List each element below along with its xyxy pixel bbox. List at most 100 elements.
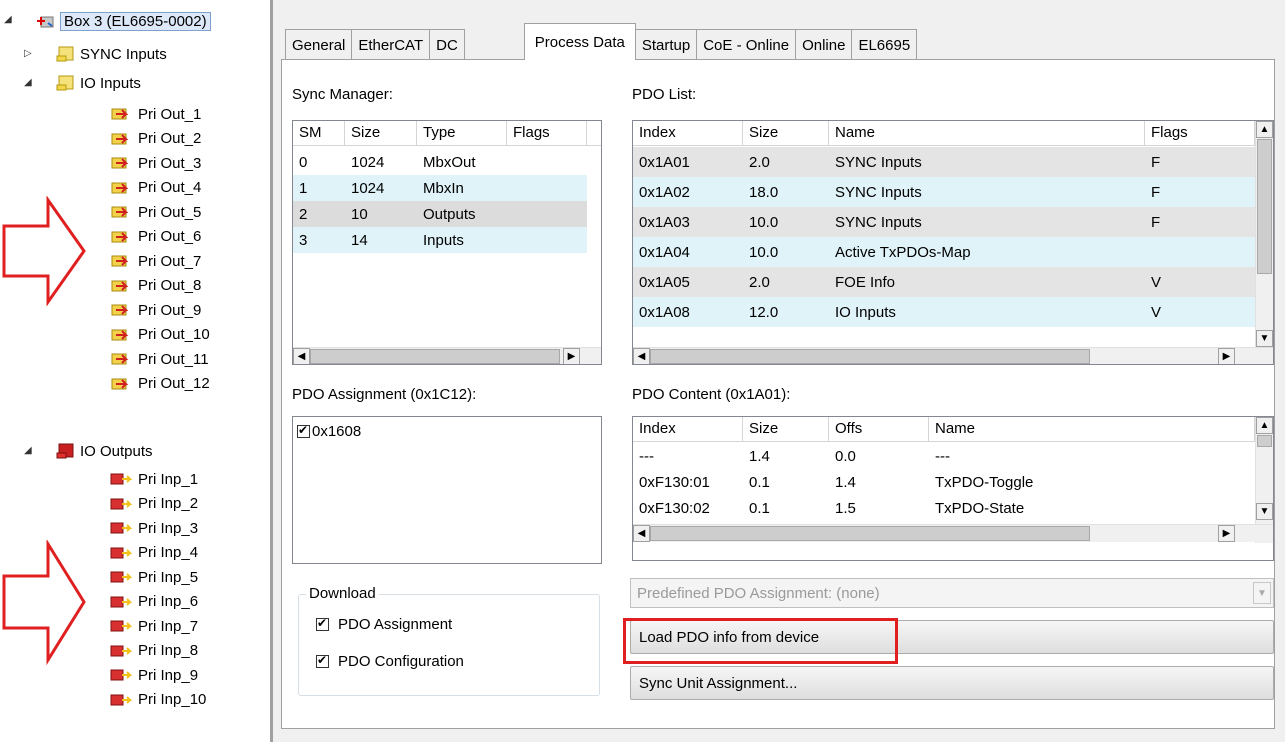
tree-item-variable[interactable]: Pri Inp_3 xyxy=(110,517,198,539)
column-header[interactable]: SM xyxy=(293,121,345,145)
horizontal-scrollbar[interactable]: ◀ ▶ xyxy=(293,347,601,364)
column-header[interactable]: Flags xyxy=(507,121,587,145)
horizontal-scrollbar[interactable]: ◀ ▶ xyxy=(633,524,1273,542)
collapse-arrow-icon[interactable]: ◢ xyxy=(4,14,12,25)
scroll-down-icon[interactable]: ▼ xyxy=(1256,330,1273,347)
horizontal-scrollbar[interactable]: ◀ ▶ xyxy=(633,347,1273,364)
pdo-assignment-checkbox[interactable]: PDO Assignment xyxy=(316,616,452,633)
tree-item-io-outputs[interactable]: ◢ IO Outputs xyxy=(24,440,153,462)
tab-online[interactable]: Online xyxy=(795,29,853,60)
tab-el6695[interactable]: EL6695 xyxy=(851,29,918,60)
tree-item-variable[interactable]: Pri Out_1 xyxy=(110,103,201,125)
tree-item-variable[interactable]: Pri Inp_1 xyxy=(110,468,198,490)
tree-item-variable[interactable]: Pri Out_5 xyxy=(110,201,201,223)
scroll-thumb[interactable] xyxy=(1257,139,1272,274)
column-header[interactable]: Size xyxy=(743,121,829,145)
pdo-assignment-item[interactable]: 0x1608 xyxy=(297,423,361,440)
collapse-arrow-icon[interactable]: ◢ xyxy=(24,445,32,456)
table-row[interactable]: 0x1A02 18.0 SYNC Inputs F xyxy=(633,177,1255,207)
table-cell: V xyxy=(1151,273,1162,291)
table-row[interactable]: 0xF130:01 0.1 1.4 TxPDO-Toggle xyxy=(633,469,1255,495)
column-header[interactable]: Offs xyxy=(829,417,929,441)
table-row[interactable]: 0x1A04 10.0 Active TxPDOs-Map xyxy=(633,237,1255,267)
table-row[interactable]: 1 1024 MbxIn xyxy=(293,175,587,201)
tree-item-variable[interactable]: Pri Out_2 xyxy=(110,128,201,150)
column-header[interactable]: Index xyxy=(633,417,743,441)
scroll-thumb[interactable] xyxy=(1257,435,1272,447)
column-header[interactable]: Size xyxy=(743,417,829,441)
scroll-down-icon[interactable]: ▼ xyxy=(1256,503,1273,520)
column-header[interactable]: Index xyxy=(633,121,743,145)
scroll-left-icon[interactable]: ◀ xyxy=(293,348,310,364)
table-row[interactable]: 0x1A08 12.0 IO Inputs V xyxy=(633,297,1255,327)
tree-item-variable[interactable]: Pri Inp_10 xyxy=(110,689,206,711)
tree-item-variable[interactable]: Pri Out_12 xyxy=(110,373,210,395)
sync-unit-assignment-button[interactable]: Sync Unit Assignment... xyxy=(630,666,1274,700)
scroll-up-icon[interactable]: ▲ xyxy=(1256,417,1273,434)
table-row[interactable]: 3 14 Inputs xyxy=(293,227,587,253)
checkbox-checked-icon[interactable] xyxy=(297,423,310,438)
tree-item-variable[interactable]: Pri Inp_2 xyxy=(110,493,198,515)
scroll-right-icon[interactable]: ▶ xyxy=(1218,525,1235,542)
scroll-thumb[interactable] xyxy=(650,526,1090,541)
tree-item-variable[interactable]: Pri Out_9 xyxy=(110,299,201,321)
tree-item-variable[interactable]: Pri Out_11 xyxy=(110,348,209,370)
scroll-left-icon[interactable]: ◀ xyxy=(633,348,650,364)
tree-item-variable[interactable]: Pri Inp_4 xyxy=(110,542,198,564)
ethercat-box-icon xyxy=(36,13,56,29)
tab-bar: General EtherCAT DC Process Data Startup CoE … xyxy=(285,23,918,60)
checkbox-checked-icon[interactable] xyxy=(316,616,329,631)
tree-item-variable[interactable]: Pri Out_8 xyxy=(110,275,201,297)
column-header[interactable]: Type xyxy=(417,121,507,145)
table-row[interactable]: 0x1A03 10.0 SYNC Inputs F xyxy=(633,207,1255,237)
tree-item-variable[interactable]: Pri Inp_9 xyxy=(110,664,198,686)
scroll-up-icon[interactable]: ▲ xyxy=(1256,121,1273,138)
tab-dc[interactable]: DC xyxy=(429,29,465,60)
tree-item-variable[interactable]: Pri Inp_8 xyxy=(110,640,198,662)
scroll-right-icon[interactable]: ▶ xyxy=(1218,348,1235,364)
tab-general[interactable]: General xyxy=(285,29,353,60)
table-row[interactable]: 0 1024 MbxOut xyxy=(293,149,587,175)
tree-item-variable[interactable]: Pri Inp_5 xyxy=(110,566,198,588)
tree-item-io-inputs[interactable]: ◢ IO Inputs xyxy=(24,72,141,94)
scroll-thumb[interactable] xyxy=(650,349,1090,364)
chevron-down-icon[interactable]: ▼ xyxy=(1253,582,1271,604)
scroll-right-icon[interactable]: ▶ xyxy=(563,348,580,364)
checkbox-checked-icon[interactable] xyxy=(316,653,329,668)
column-header[interactable]: Flags xyxy=(1145,121,1255,145)
tab-ethercat[interactable]: EtherCAT xyxy=(351,29,431,60)
scroll-left-icon[interactable]: ◀ xyxy=(633,525,650,542)
scroll-thumb[interactable] xyxy=(310,349,560,364)
table-row[interactable]: 0xF130:02 0.1 1.5 TxPDO-State xyxy=(633,495,1255,521)
vertical-scrollbar[interactable]: ▲ ▼ xyxy=(1255,121,1273,347)
tab-startup[interactable]: Startup xyxy=(634,29,698,60)
sync-manager-list[interactable]: SM Size Type Flags 0 1024 MbxOut 1 1024 MbxIn 2 10… xyxy=(292,120,602,365)
tree-item-variable[interactable]: Pri Out_6 xyxy=(110,226,201,248)
tree-item-label: Pri Out_11 xyxy=(138,350,209,368)
table-row[interactable]: 2 10 Outputs xyxy=(293,201,587,227)
pdo-configuration-checkbox[interactable]: PDO Configuration xyxy=(316,653,464,670)
tree-item-variable[interactable]: Pri Out_4 xyxy=(110,177,201,199)
collapse-arrow-icon[interactable]: ◢ xyxy=(24,77,32,88)
tree-item-variable[interactable]: Pri Inp_7 xyxy=(110,615,198,637)
pdo-list[interactable]: Index Size Name Flags 0x1A01 2.0 SYNC Inputs F… xyxy=(632,120,1274,365)
tree-item-box3[interactable]: ◢ Box 3 (EL6695-0002) xyxy=(4,10,211,32)
tree-item-sync-inputs[interactable]: ▷ SYNC Inputs xyxy=(24,43,167,65)
tab-process-data[interactable]: Process Data xyxy=(523,23,636,60)
pdo-assignment-list[interactable]: 0x1608 xyxy=(292,416,602,564)
table-row[interactable]: --- 1.4 0.0 --- xyxy=(633,443,1255,469)
tab-coe-online[interactable]: CoE - Online xyxy=(696,29,797,60)
table-row[interactable]: 0x1A01 2.0 SYNC Inputs F xyxy=(633,147,1255,177)
column-header[interactable]: Size xyxy=(345,121,417,145)
tree-item-variable[interactable]: Pri Out_10 xyxy=(110,324,210,346)
column-header[interactable]: Name xyxy=(829,121,1145,145)
tree-item-label: Pri Out_10 xyxy=(138,326,210,343)
table-row[interactable]: 0x1A05 2.0 FOE Info V xyxy=(633,267,1255,297)
predefined-pdo-dropdown[interactable]: Predefined PDO Assignment: (none) ▼ xyxy=(630,578,1274,608)
tree-item-variable[interactable]: Pri Out_7 xyxy=(110,250,201,272)
tree-item-variable[interactable]: Pri Out_3 xyxy=(110,152,201,174)
pdo-content-list[interactable]: Index Size Offs Name --- 1.4 0.0 --- 0xF130:01 0… xyxy=(632,416,1274,561)
tree-item-variable[interactable]: Pri Inp_6 xyxy=(110,591,198,613)
column-header[interactable]: Name xyxy=(929,417,1255,441)
expand-arrow-icon[interactable]: ▷ xyxy=(24,48,32,59)
